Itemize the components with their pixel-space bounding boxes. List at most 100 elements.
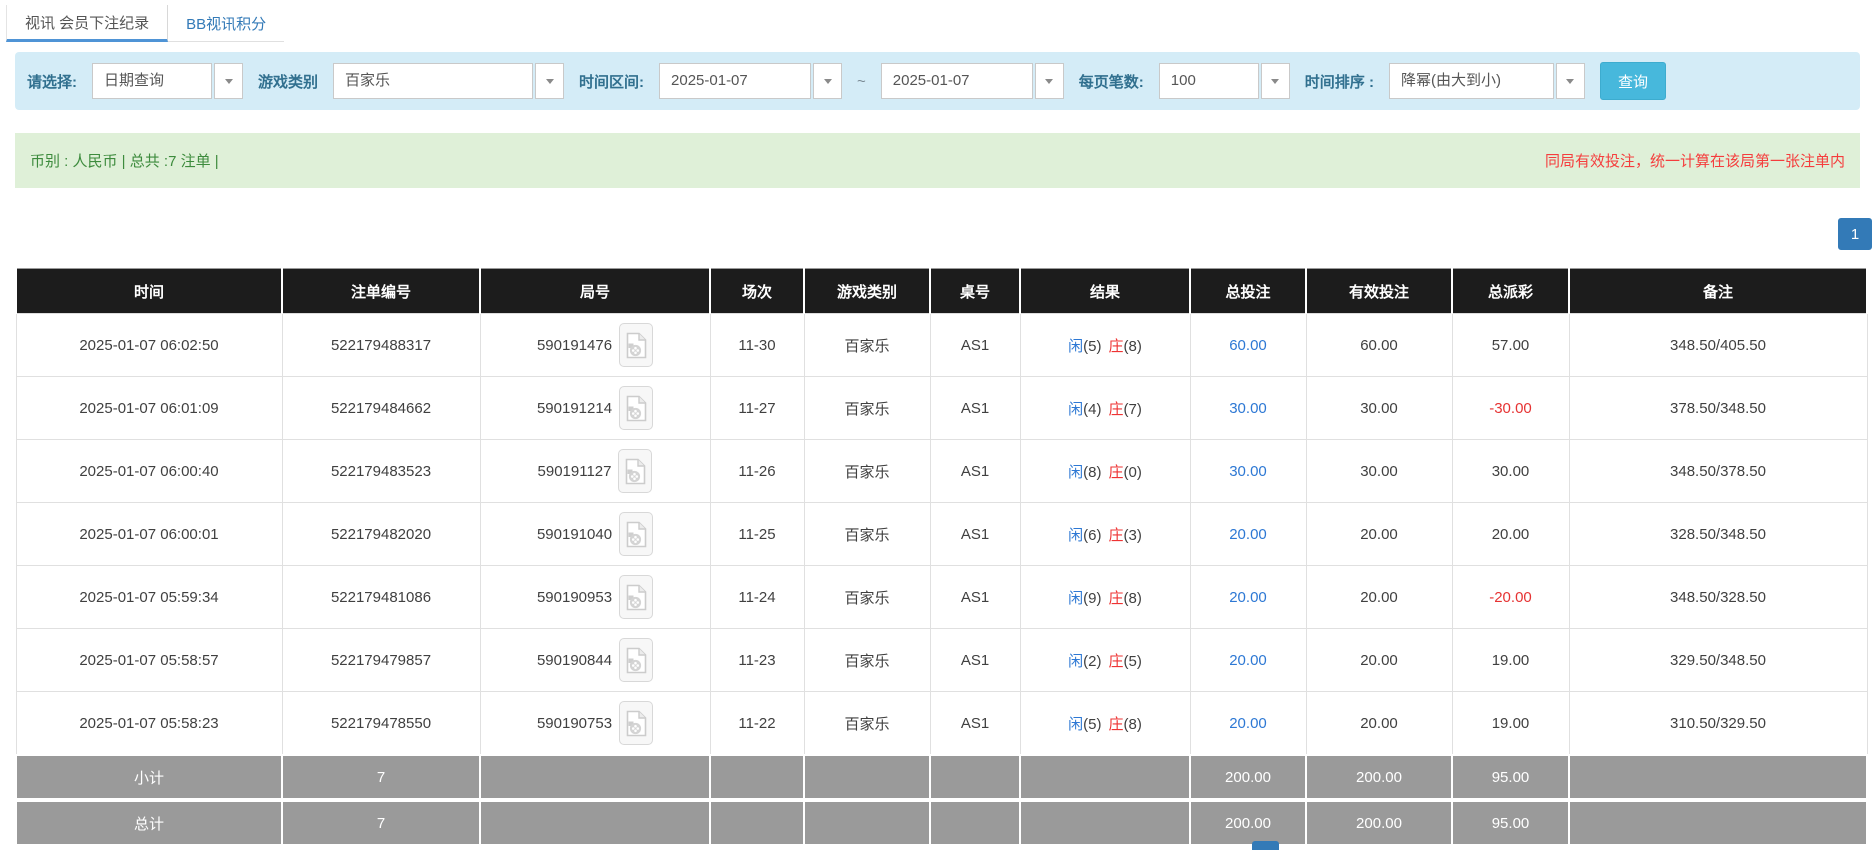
film-icon (626, 332, 647, 359)
pagination: 1 (0, 218, 1872, 250)
video-replay-button[interactable] (619, 386, 653, 430)
cell-game-type: 百家乐 (804, 314, 930, 377)
cell-session: 11-26 (710, 440, 804, 503)
summary-payout: 95.00 (1452, 755, 1569, 800)
table-row: 2025-01-07 05:59:34 522179481086 5901909… (16, 566, 1867, 629)
banker-result: 庄 (1109, 338, 1124, 355)
total-bet-link[interactable]: 60.00 (1229, 337, 1267, 354)
video-replay-button[interactable] (619, 512, 653, 556)
valid-bet-notice: 同局有效投注，统一计算在该局第一张注单内 (1545, 150, 1845, 171)
table-row: 2025-01-07 06:02:50 522179488317 5901914… (16, 314, 1867, 377)
round-number: 590190753 (537, 715, 612, 732)
chevron-down-icon[interactable] (535, 63, 564, 99)
cell-time: 2025-01-07 06:01:09 (16, 377, 282, 440)
banker-result: 庄 (1109, 401, 1124, 418)
column-header: 总派彩 (1452, 269, 1569, 314)
cell-table-id: AS1 (930, 692, 1020, 756)
game-type-value[interactable]: 百家乐 (333, 63, 533, 99)
chevron-down-icon[interactable] (813, 63, 842, 99)
cell-round-number: 590190953 (480, 566, 710, 629)
search-button[interactable]: 查询 (1600, 62, 1666, 100)
chevron-down-icon[interactable] (214, 63, 243, 99)
cell-total-bet: 30.00 (1190, 440, 1306, 503)
cell-note: 378.50/348.50 (1569, 377, 1867, 440)
column-header: 桌号 (930, 269, 1020, 314)
cell-note: 310.50/329.50 (1569, 692, 1867, 756)
query-type-select[interactable]: 日期查询 (92, 63, 243, 99)
date-to-select[interactable]: 2025-01-07 (881, 63, 1064, 99)
date-to-value[interactable]: 2025-01-07 (881, 63, 1033, 99)
table-row: 2025-01-07 05:58:57 522179479857 5901908… (16, 629, 1867, 692)
chevron-down-icon[interactable] (1261, 63, 1290, 99)
player-result: 闲 (1068, 338, 1083, 355)
video-replay-button[interactable] (619, 638, 653, 682)
tab-video-member-bet-records[interactable]: 视讯 会员下注纪录 (6, 5, 168, 42)
cell-bet-number: 522179483523 (282, 440, 480, 503)
cell-round-number: 590191127 (480, 440, 710, 503)
cell-result: 闲(5)庄(8) (1020, 314, 1190, 377)
cell-game-type: 百家乐 (804, 692, 930, 756)
total-bet-link[interactable]: 20.00 (1229, 715, 1267, 732)
page-size-value[interactable]: 100 (1159, 63, 1259, 99)
column-header: 游戏类别 (804, 269, 930, 314)
cell-session: 11-30 (710, 314, 804, 377)
video-replay-button[interactable] (619, 323, 653, 367)
cell-table-id: AS1 (930, 377, 1020, 440)
total-bet-link[interactable]: 20.00 (1229, 526, 1267, 543)
cell-round-number: 590190844 (480, 629, 710, 692)
column-header: 局号 (480, 269, 710, 314)
cell-table-id: AS1 (930, 503, 1020, 566)
date-from-value[interactable]: 2025-01-07 (659, 63, 811, 99)
cell-game-type: 百家乐 (804, 566, 930, 629)
chevron-down-icon[interactable] (1556, 63, 1585, 99)
page-size-select[interactable]: 100 (1159, 63, 1290, 99)
total-bet-link[interactable]: 30.00 (1229, 400, 1267, 417)
cell-payout: -20.00 (1452, 566, 1569, 629)
cell-game-type: 百家乐 (804, 377, 930, 440)
banker-result: 庄 (1109, 716, 1124, 733)
date-from-select[interactable]: 2025-01-07 (659, 63, 842, 99)
cell-session: 11-24 (710, 566, 804, 629)
summary-label: 小计 (16, 755, 282, 800)
column-header: 备注 (1569, 269, 1867, 314)
summary-count: 7 (282, 755, 480, 800)
game-type-label: 游戏类别 (258, 71, 318, 92)
chevron-down-icon[interactable] (1035, 63, 1064, 99)
cell-session: 11-27 (710, 377, 804, 440)
summary-label: 总计 (16, 800, 282, 845)
query-type-value[interactable]: 日期查询 (92, 63, 212, 99)
round-number: 590191127 (538, 463, 612, 480)
tab-bb-video-points[interactable]: BB视讯积分 (168, 5, 284, 42)
cell-payout: -30.00 (1452, 377, 1569, 440)
time-range-label: 时间区间: (579, 71, 644, 92)
cell-bet-number: 522179482020 (282, 503, 480, 566)
game-type-select[interactable]: 百家乐 (333, 63, 564, 99)
cell-table-id: AS1 (930, 314, 1020, 377)
video-replay-button[interactable] (618, 449, 652, 493)
total-bet-link[interactable]: 20.00 (1229, 652, 1267, 669)
partial-bottom-element[interactable] (1252, 841, 1279, 850)
player-result: 闲 (1068, 716, 1083, 733)
time-sort-value[interactable]: 降幂(由大到小) (1389, 63, 1554, 99)
cell-time: 2025-01-07 06:02:50 (16, 314, 282, 377)
film-icon (625, 458, 646, 485)
cell-time: 2025-01-07 06:00:40 (16, 440, 282, 503)
currency-total-text: 币别 : 人民币 | 总共 :7 注单 | (30, 150, 219, 171)
video-replay-button[interactable] (619, 701, 653, 745)
total-bet-link[interactable]: 30.00 (1229, 463, 1267, 480)
cell-result: 闲(9)庄(8) (1020, 566, 1190, 629)
cell-session: 11-22 (710, 692, 804, 756)
cell-valid-bet: 20.00 (1306, 503, 1452, 566)
tab-bar: 视讯 会员下注纪录 BB视讯积分 (6, 5, 1875, 42)
cell-round-number: 590191476 (480, 314, 710, 377)
summary-count: 7 (282, 800, 480, 845)
video-replay-button[interactable] (619, 575, 653, 619)
time-sort-select[interactable]: 降幂(由大到小) (1389, 63, 1585, 99)
round-number: 590190844 (537, 652, 612, 669)
cell-payout: 57.00 (1452, 314, 1569, 377)
cell-total-bet: 20.00 (1190, 692, 1306, 756)
cell-result: 闲(5)庄(8) (1020, 692, 1190, 756)
page-1-button[interactable]: 1 (1838, 218, 1872, 250)
column-header: 时间 (16, 269, 282, 314)
total-bet-link[interactable]: 20.00 (1229, 589, 1267, 606)
